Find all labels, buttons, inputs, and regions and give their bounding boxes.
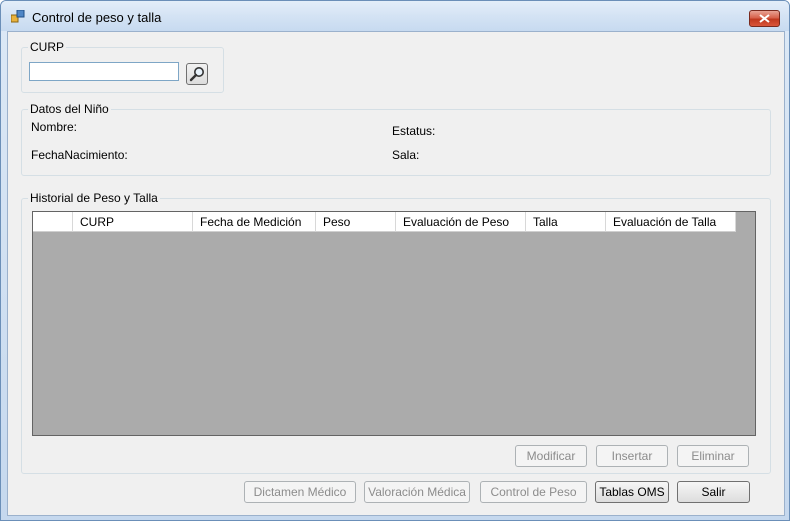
search-magnifier-icon <box>189 67 204 82</box>
grid-header-row: CURP Fecha de Medición Peso Evaluación d… <box>33 212 736 232</box>
valoracion-medica-button[interactable]: Valoración Médica <box>364 481 470 503</box>
nombre-label: Nombre: <box>31 120 78 134</box>
dictamen-medico-button[interactable]: Dictamen Médico <box>244 481 356 503</box>
historial-group: Historial de Peso y Talla CURP Fecha de … <box>21 191 771 474</box>
column-header-talla[interactable]: Talla <box>526 212 606 232</box>
datos-nino-group: Datos del Niño Nombre: FechaNacimiento: … <box>21 102 771 176</box>
tablas-oms-button[interactable]: Tablas OMS <box>595 481 669 503</box>
sala-label: Sala: <box>392 148 420 162</box>
curp-group: CURP <box>21 40 224 93</box>
column-header-evaluacion-peso[interactable]: Evaluación de Peso <box>396 212 526 232</box>
datos-nino-group-label: Datos del Niño <box>28 102 111 116</box>
control-peso-button[interactable]: Control de Peso <box>480 481 587 503</box>
app-window-icon <box>11 10 25 23</box>
title-bar[interactable]: Control de peso y talla <box>1 1 789 31</box>
window-title: Control de peso y talla <box>32 10 162 25</box>
insertar-button[interactable]: Insertar <box>596 445 668 467</box>
form-client-area: CURP Datos del Niño Nombre: FechaNacimie… <box>7 31 785 516</box>
curp-input[interactable] <box>29 62 179 81</box>
estatus-label: Estatus: <box>392 124 436 138</box>
column-header-curp[interactable]: CURP <box>73 212 193 232</box>
curp-group-label: CURP <box>28 40 67 54</box>
salir-button[interactable]: Salir <box>677 481 750 503</box>
grid-row-header-corner[interactable] <box>33 212 73 232</box>
main-window: Control de peso y talla CURP Datos del N… <box>0 0 790 521</box>
historial-group-label: Historial de Peso y Talla <box>28 191 160 205</box>
close-icon <box>759 14 770 23</box>
fecha-nacimiento-label: FechaNacimiento: <box>31 148 128 162</box>
column-header-peso[interactable]: Peso <box>316 212 396 232</box>
modificar-button[interactable]: Modificar <box>515 445 587 467</box>
column-header-fecha-medicion[interactable]: Fecha de Medición <box>193 212 316 232</box>
close-button[interactable] <box>749 10 780 27</box>
search-button[interactable] <box>186 63 208 85</box>
eliminar-button[interactable]: Eliminar <box>677 445 749 467</box>
column-header-evaluacion-talla[interactable]: Evaluación de Talla <box>606 212 736 232</box>
historial-data-grid[interactable]: CURP Fecha de Medición Peso Evaluación d… <box>32 211 756 436</box>
